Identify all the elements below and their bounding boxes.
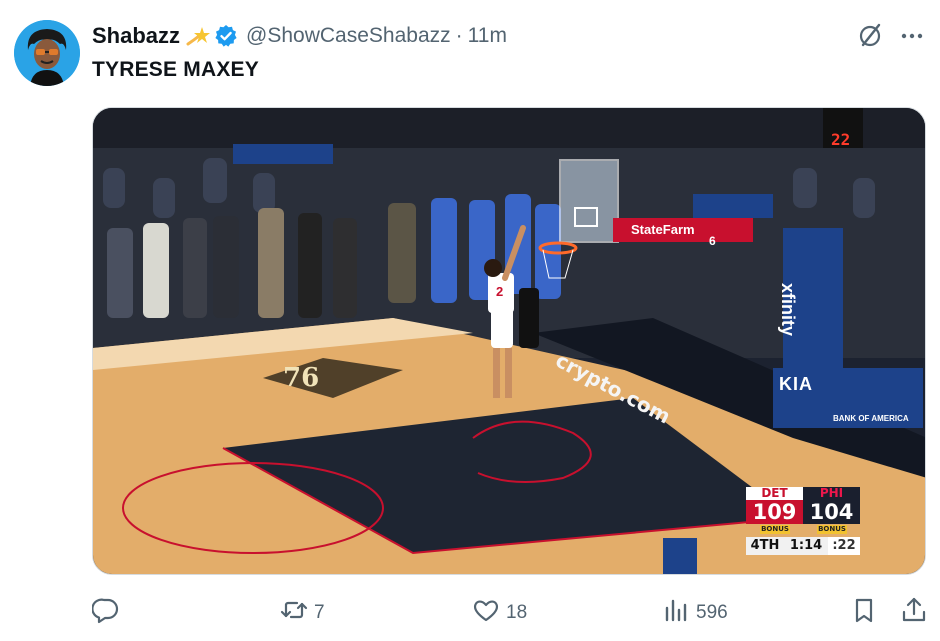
retweet-button[interactable]: 7 [280,596,325,630]
more-options-icon[interactable] [898,22,926,50]
header-separator: · [455,24,463,47]
heart-icon [472,596,500,630]
scoreboard: DET PHI 109 104 BONUS BONUS 4TH 1:14 :22 [746,485,860,557]
tweet-header: Shabazz @ShowCaseShabazz · 11m [92,22,507,50]
share-button[interactable] [900,596,928,630]
home-team-label: DET [746,487,803,500]
views-count: 596 [696,602,728,623]
shooting-star-emoji-icon [186,24,211,48]
away-score: 104 [803,500,860,524]
bench-jersey-number: 6 [709,234,716,248]
retweet-count: 7 [314,602,325,623]
bank-of-america-sponsor-text: BANK OF AMERICA [833,414,909,423]
avatar[interactable] [14,20,80,86]
tweet-action-bar: 7 18 596 [91,596,934,630]
xfinity-sponsor-text: xfinity [778,283,798,337]
author-name[interactable]: Shabazz [92,23,180,49]
views-button[interactable]: 596 [662,596,728,630]
bookmark-icon [850,596,878,630]
svg-text:76: 76 [283,363,319,393]
home-bonus-badge: BONUS [760,525,790,534]
tweet-text: TYRESE MAXEY [92,58,259,81]
shot-clock: :22 [828,537,860,555]
analytics-icon [662,596,690,630]
reply-button[interactable] [91,596,126,630]
verified-badge-icon[interactable] [214,24,238,48]
like-count: 18 [506,602,528,623]
share-icon [900,596,928,630]
game-clock: 1:14 [789,538,823,553]
statefarm-sponsor-text: StateFarm [631,222,695,237]
bookmark-button[interactable] [850,596,878,630]
timestamp[interactable]: 11m [468,24,507,48]
like-button[interactable]: 18 [472,596,527,630]
away-team-label: PHI [803,487,860,500]
kia-sponsor-text: KIA [779,374,813,394]
away-bonus-badge: BONUS [817,525,847,534]
player-jersey-number: 2 [496,284,504,299]
tweet-media-video-frame[interactable]: 76 2 6 crypto.com xfinity KIA BANK OF AM… [92,107,926,575]
quarter-label: 4TH [750,538,780,553]
home-score: 109 [746,500,803,524]
author-handle[interactable]: @ShowCaseShabazz [246,24,451,48]
retweet-icon [280,596,308,630]
grok-icon[interactable] [856,22,884,50]
shot-clock-display: 22 [831,130,851,149]
game-clock-bar: 4TH 1:14 :22 [746,537,860,555]
reply-icon [91,596,120,630]
